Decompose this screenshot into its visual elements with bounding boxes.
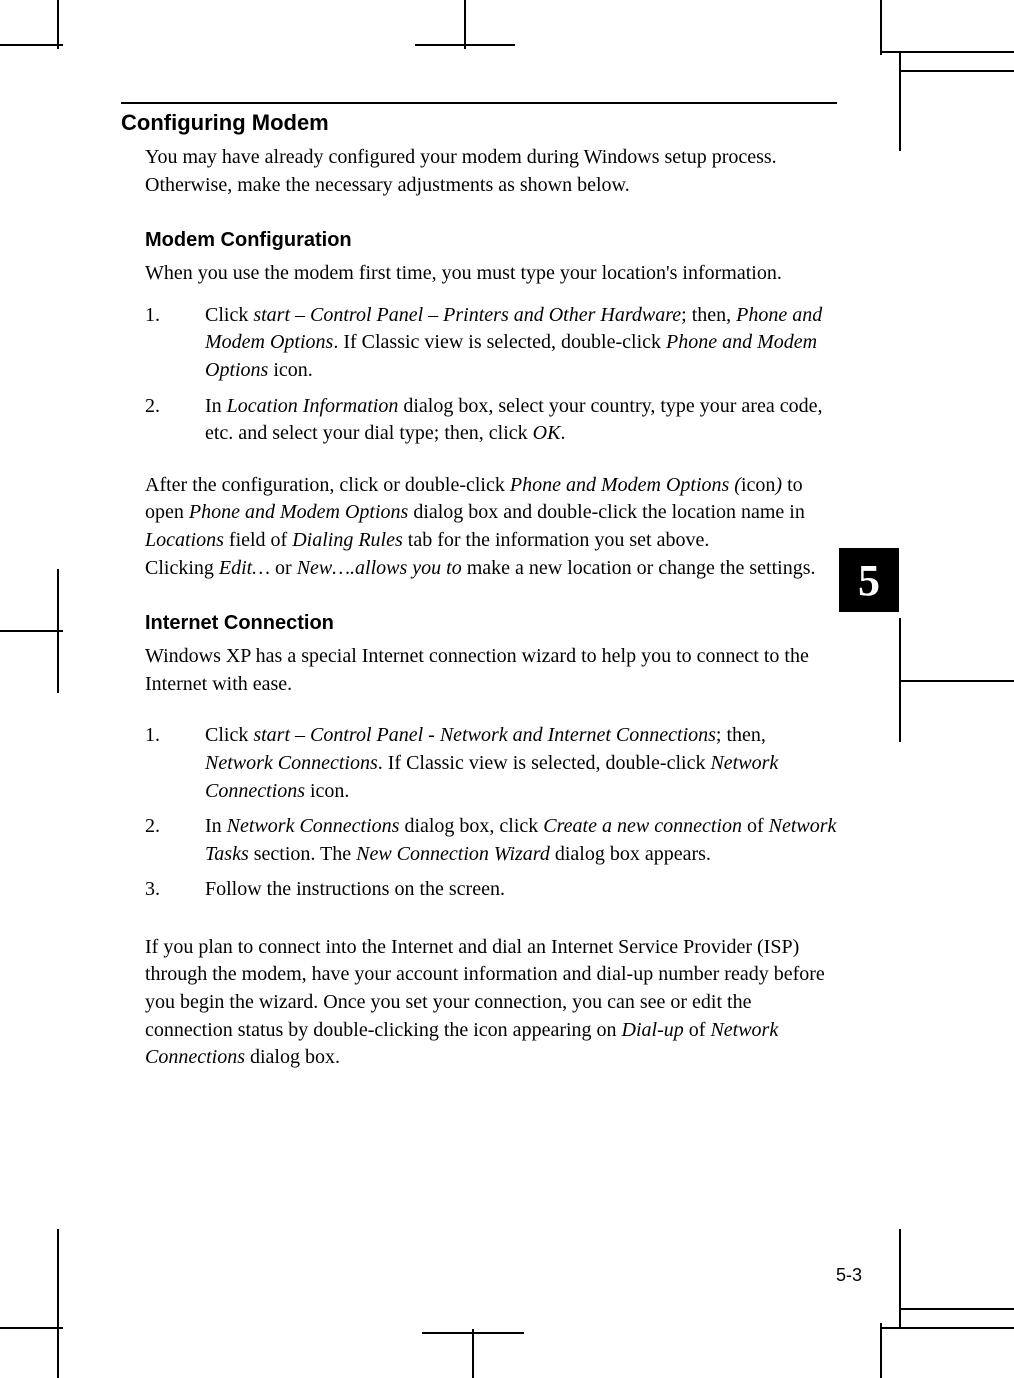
crop-mark xyxy=(899,1308,1014,1310)
crop-mark xyxy=(57,569,59,693)
step-text: In Network Connections dialog box, click… xyxy=(205,813,837,868)
crop-mark xyxy=(422,1332,524,1334)
crop-mark xyxy=(57,1229,59,1329)
crop-mark xyxy=(0,630,63,632)
crop-mark xyxy=(899,1229,901,1329)
internet-lead: Windows XP has a special Internet connec… xyxy=(145,643,837,698)
crop-mark xyxy=(880,0,882,55)
internet-after: If you plan to connect into the Internet… xyxy=(145,934,837,1072)
crop-mark xyxy=(415,44,515,46)
crop-mark xyxy=(464,0,466,49)
page-number: 5-3 xyxy=(836,1265,862,1286)
crop-mark xyxy=(880,1323,882,1378)
step-number: 1. xyxy=(145,722,205,805)
page-content: Configuring Modem You may have already c… xyxy=(121,102,837,1086)
crop-mark xyxy=(899,51,901,151)
list-item: 2. In Location Information dialog box, s… xyxy=(145,393,837,448)
crop-mark xyxy=(899,618,901,742)
step-text: Click start – Control Panel - Network an… xyxy=(205,722,837,805)
heading-configuring-modem: Configuring Modem xyxy=(121,110,837,136)
chapter-tab: 5 xyxy=(839,548,899,612)
crop-mark xyxy=(472,1329,474,1378)
crop-mark xyxy=(57,1323,59,1378)
modem-after: After the configuration, click or double… xyxy=(145,472,837,582)
step-number: 3. xyxy=(145,876,205,904)
crop-mark xyxy=(899,680,1014,682)
heading-internet-connection: Internet Connection xyxy=(145,612,837,635)
modem-lead: When you use the modem first time, you m… xyxy=(145,260,837,288)
step-text: Follow the instructions on the screen. xyxy=(205,876,837,904)
list-item: 1. Click start – Control Panel - Network… xyxy=(145,722,837,805)
step-number: 2. xyxy=(145,813,205,868)
step-text: In Location Information dialog box, sele… xyxy=(205,393,837,448)
list-item: 3. Follow the instructions on the screen… xyxy=(145,876,837,904)
crop-mark xyxy=(899,70,1014,72)
section-rule xyxy=(121,102,837,104)
crop-mark xyxy=(0,44,63,46)
step-number: 1. xyxy=(145,302,205,385)
modem-steps: 1. Click start – Control Panel – Printer… xyxy=(145,302,837,448)
crop-mark xyxy=(0,1327,63,1329)
step-text: Click start – Control Panel – Printers a… xyxy=(205,302,837,385)
intro-paragraph: You may have already configured your mod… xyxy=(145,144,837,199)
list-item: 2. In Network Connections dialog box, cl… xyxy=(145,813,837,868)
list-item: 1. Click start – Control Panel – Printer… xyxy=(145,302,837,385)
internet-steps: 1. Click start – Control Panel - Network… xyxy=(145,722,837,904)
heading-modem-configuration: Modem Configuration xyxy=(145,229,837,252)
crop-mark xyxy=(57,0,59,49)
step-number: 2. xyxy=(145,393,205,448)
